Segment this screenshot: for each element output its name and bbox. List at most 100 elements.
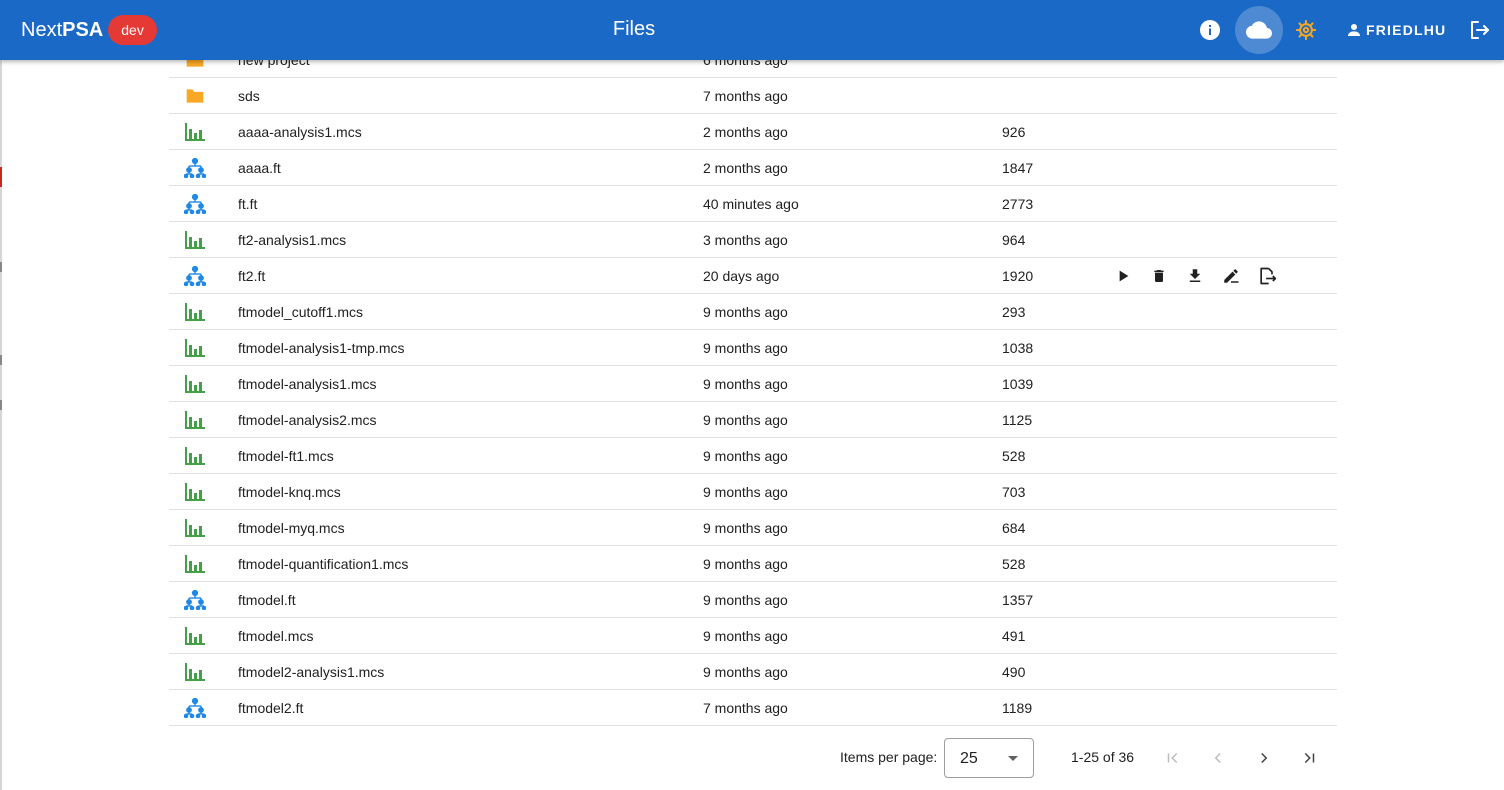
file-name: sds — [238, 88, 260, 104]
left-edge-marker — [0, 167, 2, 187]
chart-icon — [184, 121, 206, 143]
chart-icon — [184, 517, 206, 539]
file-name: ftmodel-quantification1.mcs — [238, 556, 409, 572]
file-modified: 9 months ago — [703, 376, 788, 392]
last-page-button[interactable] — [1295, 744, 1323, 772]
table-row[interactable]: ftmodel-quantification1.mcs 9 months ago… — [169, 546, 1337, 582]
chart-icon — [184, 481, 206, 503]
download-button[interactable] — [1177, 264, 1213, 288]
file-name: ft.ft — [238, 196, 258, 212]
file-name: ftmodel_cutoff1.mcs — [238, 304, 364, 320]
file-modified: 9 months ago — [703, 520, 788, 536]
table-row[interactable]: aaaa-analysis1.mcs 2 months ago 926 — [169, 114, 1337, 150]
table-row[interactable]: ftmodel.ft 9 months ago 1357 — [169, 582, 1337, 618]
table-row[interactable]: ftmodel.mcs 9 months ago 491 — [169, 618, 1337, 654]
chart-icon — [184, 301, 206, 323]
chart-icon — [184, 409, 206, 431]
table-row[interactable]: ftmodel-analysis1.mcs 9 months ago 1039 — [169, 366, 1337, 402]
delete-button[interactable] — [1141, 264, 1177, 288]
file-size: 490 — [1002, 664, 1026, 680]
file-name: aaaa-analysis1.mcs — [238, 124, 362, 140]
table-row[interactable]: ftmodel_cutoff1.mcs 9 months ago 293 — [169, 294, 1337, 330]
settings-button[interactable] — [1282, 6, 1330, 54]
page-left-edge — [0, 0, 2, 790]
file-modified: 9 months ago — [703, 304, 788, 320]
prev-page-icon — [1214, 752, 1221, 764]
table-row[interactable]: ftmodel-ft1.mcs 9 months ago 528 — [169, 438, 1337, 474]
tree-icon — [184, 157, 206, 179]
file-name: ftmodel-knq.mcs — [238, 484, 341, 500]
row-actions — [1105, 264, 1285, 288]
pagination-bar: Items per page: 25 1-25 of 36 — [0, 736, 1504, 780]
table-row[interactable]: ftmodel2.ft 7 months ago 1189 — [169, 690, 1337, 726]
file-modified: 9 months ago — [703, 340, 788, 356]
first-page-button[interactable] — [1159, 744, 1187, 772]
folder-icon — [184, 85, 206, 107]
table-row[interactable]: aaaa.ft 2 months ago 1847 — [169, 150, 1337, 186]
file-size: 2773 — [1002, 196, 1034, 212]
file-name: ftmodel-analysis2.mcs — [238, 412, 377, 428]
user-name: FRIEDLHU — [1366, 22, 1447, 38]
first-page-icon — [1167, 752, 1178, 764]
table-row[interactable]: ft.ft 40 minutes ago 2773 — [169, 186, 1337, 222]
file-modified: 9 months ago — [703, 556, 788, 572]
file-size: 1847 — [1002, 160, 1034, 176]
file-modified: 20 days ago — [703, 268, 780, 284]
file-name: aaaa.ft — [238, 160, 281, 176]
info-button[interactable] — [1186, 6, 1234, 54]
last-page-icon — [1304, 752, 1315, 764]
table-row[interactable]: ft2-analysis1.mcs 3 months ago 964 — [169, 222, 1337, 258]
items-per-page-select[interactable]: 25 — [944, 738, 1034, 778]
logout-button[interactable] — [1456, 6, 1504, 54]
file-table: new project 6 months ago sds 7 months ag… — [169, 42, 1337, 726]
items-per-page-value: 25 — [960, 750, 978, 767]
file-name: ft2-analysis1.mcs — [238, 232, 347, 248]
next-page-button[interactable] — [1250, 744, 1278, 772]
chart-icon — [184, 625, 206, 647]
export-button[interactable] — [1249, 264, 1285, 288]
file-name: ftmodel2-analysis1.mcs — [238, 664, 385, 680]
file-modified: 2 months ago — [703, 124, 788, 140]
tree-icon — [184, 697, 206, 719]
tree-icon — [184, 265, 206, 287]
file-name: ft2.ft — [238, 268, 266, 284]
file-name: ftmodel.mcs — [238, 628, 314, 644]
table-row[interactable]: ftmodel-knq.mcs 9 months ago 703 — [169, 474, 1337, 510]
file-size: 926 — [1002, 124, 1026, 140]
file-modified: 40 minutes ago — [703, 196, 799, 212]
tree-icon — [184, 589, 206, 611]
file-size: 1920 — [1002, 268, 1034, 284]
rename-button[interactable] — [1213, 264, 1249, 288]
info-icon — [1200, 20, 1220, 40]
file-modified: 9 months ago — [703, 448, 788, 464]
left-edge-marker — [0, 400, 2, 410]
cloud-icon — [1246, 21, 1272, 39]
table-row[interactable]: ft2.ft 20 days ago 1920 — [169, 258, 1337, 294]
user-menu-button[interactable]: FRIEDLHU — [1346, 18, 1446, 42]
file-name: ftmodel-ft1.mcs — [238, 448, 334, 464]
file-modified: 9 months ago — [703, 592, 788, 608]
table-row[interactable]: ftmodel-analysis1-tmp.mcs 9 months ago 1… — [169, 330, 1337, 366]
page-title: Files — [612, 18, 656, 40]
file-size: 1039 — [1002, 376, 1034, 392]
file-size: 1189 — [1002, 700, 1033, 716]
chart-icon — [184, 229, 206, 251]
table-row[interactable]: sds 7 months ago — [169, 78, 1337, 114]
file-modified: 7 months ago — [703, 700, 788, 716]
chart-icon — [184, 373, 206, 395]
play-button[interactable] — [1105, 264, 1141, 288]
cloud-button[interactable] — [1235, 6, 1283, 54]
file-name: ftmodel-analysis1.mcs — [238, 376, 377, 392]
file-name: ftmodel-analysis1-tmp.mcs — [238, 340, 405, 356]
prev-page-button[interactable] — [1204, 744, 1232, 772]
table-row[interactable]: ftmodel-myq.mcs 9 months ago 684 — [169, 510, 1337, 546]
play-icon — [1119, 270, 1129, 282]
file-size: 684 — [1002, 520, 1026, 536]
table-row[interactable]: ftmodel-analysis2.mcs 9 months ago 1125 — [169, 402, 1337, 438]
file-modified: 2 months ago — [703, 160, 788, 176]
file-size: 964 — [1002, 232, 1026, 248]
file-name: ftmodel2.ft — [238, 700, 304, 716]
left-edge-marker — [0, 355, 2, 365]
table-row[interactable]: ftmodel2-analysis1.mcs 9 months ago 490 — [169, 654, 1337, 690]
app-bar: Next PSA dev Files FRIEDLHU — [0, 0, 1504, 60]
